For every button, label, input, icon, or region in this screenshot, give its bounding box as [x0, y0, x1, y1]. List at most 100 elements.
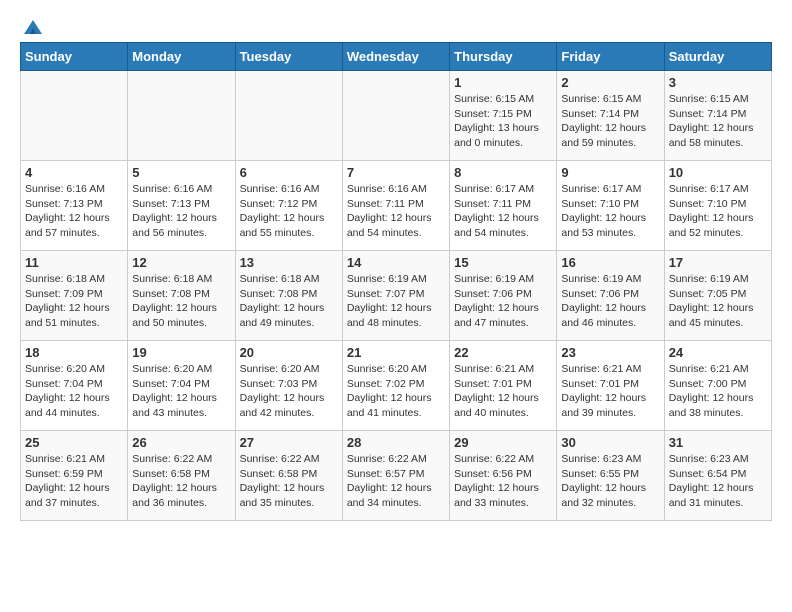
day-number: 24 — [669, 345, 767, 360]
day-info: Sunrise: 6:15 AMSunset: 7:14 PMDaylight:… — [561, 93, 646, 149]
day-number: 26 — [132, 435, 230, 450]
week-row: 1 Sunrise: 6:15 AMSunset: 7:15 PMDayligh… — [21, 71, 772, 161]
day-number: 8 — [454, 165, 552, 180]
weekday-header: Wednesday — [342, 43, 449, 71]
calendar-cell: 10 Sunrise: 6:17 AMSunset: 7:10 PMDaylig… — [664, 161, 771, 251]
day-info: Sunrise: 6:18 AMSunset: 7:09 PMDaylight:… — [25, 273, 110, 329]
calendar-cell: 8 Sunrise: 6:17 AMSunset: 7:11 PMDayligh… — [450, 161, 557, 251]
calendar-cell — [128, 71, 235, 161]
day-info: Sunrise: 6:22 AMSunset: 6:57 PMDaylight:… — [347, 453, 432, 509]
calendar-cell: 16 Sunrise: 6:19 AMSunset: 7:06 PMDaylig… — [557, 251, 664, 341]
day-number: 28 — [347, 435, 445, 450]
day-number: 14 — [347, 255, 445, 270]
day-number: 19 — [132, 345, 230, 360]
calendar-cell: 27 Sunrise: 6:22 AMSunset: 6:58 PMDaylig… — [235, 431, 342, 521]
day-number: 7 — [347, 165, 445, 180]
day-number: 25 — [25, 435, 123, 450]
calendar-cell: 21 Sunrise: 6:20 AMSunset: 7:02 PMDaylig… — [342, 341, 449, 431]
calendar-cell: 3 Sunrise: 6:15 AMSunset: 7:14 PMDayligh… — [664, 71, 771, 161]
logo — [20, 20, 44, 32]
day-info: Sunrise: 6:19 AMSunset: 7:07 PMDaylight:… — [347, 273, 432, 329]
calendar-cell — [342, 71, 449, 161]
day-number: 1 — [454, 75, 552, 90]
day-number: 15 — [454, 255, 552, 270]
calendar-cell: 29 Sunrise: 6:22 AMSunset: 6:56 PMDaylig… — [450, 431, 557, 521]
day-info: Sunrise: 6:21 AMSunset: 6:59 PMDaylight:… — [25, 453, 110, 509]
day-number: 11 — [25, 255, 123, 270]
day-info: Sunrise: 6:21 AMSunset: 7:01 PMDaylight:… — [454, 363, 539, 419]
day-number: 3 — [669, 75, 767, 90]
calendar-table: SundayMondayTuesdayWednesdayThursdayFrid… — [20, 42, 772, 521]
day-info: Sunrise: 6:20 AMSunset: 7:02 PMDaylight:… — [347, 363, 432, 419]
calendar-cell: 4 Sunrise: 6:16 AMSunset: 7:13 PMDayligh… — [21, 161, 128, 251]
calendar-cell — [235, 71, 342, 161]
day-number: 9 — [561, 165, 659, 180]
weekday-header: Saturday — [664, 43, 771, 71]
day-number: 27 — [240, 435, 338, 450]
day-info: Sunrise: 6:20 AMSunset: 7:04 PMDaylight:… — [132, 363, 217, 419]
day-number: 22 — [454, 345, 552, 360]
calendar-cell: 11 Sunrise: 6:18 AMSunset: 7:09 PMDaylig… — [21, 251, 128, 341]
logo-icon — [22, 18, 44, 36]
day-info: Sunrise: 6:17 AMSunset: 7:10 PMDaylight:… — [561, 183, 646, 239]
day-number: 29 — [454, 435, 552, 450]
day-info: Sunrise: 6:22 AMSunset: 6:58 PMDaylight:… — [240, 453, 325, 509]
day-number: 21 — [347, 345, 445, 360]
header — [20, 20, 772, 32]
calendar-cell: 18 Sunrise: 6:20 AMSunset: 7:04 PMDaylig… — [21, 341, 128, 431]
calendar-cell: 13 Sunrise: 6:18 AMSunset: 7:08 PMDaylig… — [235, 251, 342, 341]
week-row: 11 Sunrise: 6:18 AMSunset: 7:09 PMDaylig… — [21, 251, 772, 341]
calendar-cell: 19 Sunrise: 6:20 AMSunset: 7:04 PMDaylig… — [128, 341, 235, 431]
day-info: Sunrise: 6:16 AMSunset: 7:12 PMDaylight:… — [240, 183, 325, 239]
calendar-cell: 15 Sunrise: 6:19 AMSunset: 7:06 PMDaylig… — [450, 251, 557, 341]
calendar-cell: 7 Sunrise: 6:16 AMSunset: 7:11 PMDayligh… — [342, 161, 449, 251]
day-info: Sunrise: 6:15 AMSunset: 7:14 PMDaylight:… — [669, 93, 754, 149]
day-info: Sunrise: 6:17 AMSunset: 7:11 PMDaylight:… — [454, 183, 539, 239]
calendar-cell: 5 Sunrise: 6:16 AMSunset: 7:13 PMDayligh… — [128, 161, 235, 251]
calendar-cell: 30 Sunrise: 6:23 AMSunset: 6:55 PMDaylig… — [557, 431, 664, 521]
day-info: Sunrise: 6:15 AMSunset: 7:15 PMDaylight:… — [454, 93, 539, 149]
calendar-cell: 28 Sunrise: 6:22 AMSunset: 6:57 PMDaylig… — [342, 431, 449, 521]
day-number: 17 — [669, 255, 767, 270]
day-number: 30 — [561, 435, 659, 450]
weekday-header: Sunday — [21, 43, 128, 71]
day-info: Sunrise: 6:20 AMSunset: 7:04 PMDaylight:… — [25, 363, 110, 419]
weekday-header: Tuesday — [235, 43, 342, 71]
calendar-cell: 6 Sunrise: 6:16 AMSunset: 7:12 PMDayligh… — [235, 161, 342, 251]
calendar-cell: 26 Sunrise: 6:22 AMSunset: 6:58 PMDaylig… — [128, 431, 235, 521]
day-number: 31 — [669, 435, 767, 450]
day-number: 6 — [240, 165, 338, 180]
day-number: 10 — [669, 165, 767, 180]
week-row: 25 Sunrise: 6:21 AMSunset: 6:59 PMDaylig… — [21, 431, 772, 521]
calendar-cell: 20 Sunrise: 6:20 AMSunset: 7:03 PMDaylig… — [235, 341, 342, 431]
day-info: Sunrise: 6:18 AMSunset: 7:08 PMDaylight:… — [132, 273, 217, 329]
calendar-cell: 14 Sunrise: 6:19 AMSunset: 7:07 PMDaylig… — [342, 251, 449, 341]
calendar-cell: 25 Sunrise: 6:21 AMSunset: 6:59 PMDaylig… — [21, 431, 128, 521]
calendar-cell: 1 Sunrise: 6:15 AMSunset: 7:15 PMDayligh… — [450, 71, 557, 161]
day-info: Sunrise: 6:17 AMSunset: 7:10 PMDaylight:… — [669, 183, 754, 239]
day-info: Sunrise: 6:16 AMSunset: 7:11 PMDaylight:… — [347, 183, 432, 239]
day-number: 4 — [25, 165, 123, 180]
calendar-cell: 22 Sunrise: 6:21 AMSunset: 7:01 PMDaylig… — [450, 341, 557, 431]
calendar-cell: 17 Sunrise: 6:19 AMSunset: 7:05 PMDaylig… — [664, 251, 771, 341]
day-info: Sunrise: 6:23 AMSunset: 6:55 PMDaylight:… — [561, 453, 646, 509]
calendar-cell: 23 Sunrise: 6:21 AMSunset: 7:01 PMDaylig… — [557, 341, 664, 431]
calendar-cell — [21, 71, 128, 161]
weekday-header: Monday — [128, 43, 235, 71]
day-number: 18 — [25, 345, 123, 360]
weekday-header: Friday — [557, 43, 664, 71]
day-info: Sunrise: 6:18 AMSunset: 7:08 PMDaylight:… — [240, 273, 325, 329]
day-info: Sunrise: 6:22 AMSunset: 6:56 PMDaylight:… — [454, 453, 539, 509]
calendar-cell: 31 Sunrise: 6:23 AMSunset: 6:54 PMDaylig… — [664, 431, 771, 521]
calendar-cell: 2 Sunrise: 6:15 AMSunset: 7:14 PMDayligh… — [557, 71, 664, 161]
week-row: 18 Sunrise: 6:20 AMSunset: 7:04 PMDaylig… — [21, 341, 772, 431]
day-number: 2 — [561, 75, 659, 90]
day-info: Sunrise: 6:16 AMSunset: 7:13 PMDaylight:… — [132, 183, 217, 239]
day-number: 12 — [132, 255, 230, 270]
day-info: Sunrise: 6:19 AMSunset: 7:06 PMDaylight:… — [454, 273, 539, 329]
day-info: Sunrise: 6:21 AMSunset: 7:00 PMDaylight:… — [669, 363, 754, 419]
day-info: Sunrise: 6:16 AMSunset: 7:13 PMDaylight:… — [25, 183, 110, 239]
calendar-cell: 9 Sunrise: 6:17 AMSunset: 7:10 PMDayligh… — [557, 161, 664, 251]
weekday-header-row: SundayMondayTuesdayWednesdayThursdayFrid… — [21, 43, 772, 71]
day-info: Sunrise: 6:19 AMSunset: 7:06 PMDaylight:… — [561, 273, 646, 329]
